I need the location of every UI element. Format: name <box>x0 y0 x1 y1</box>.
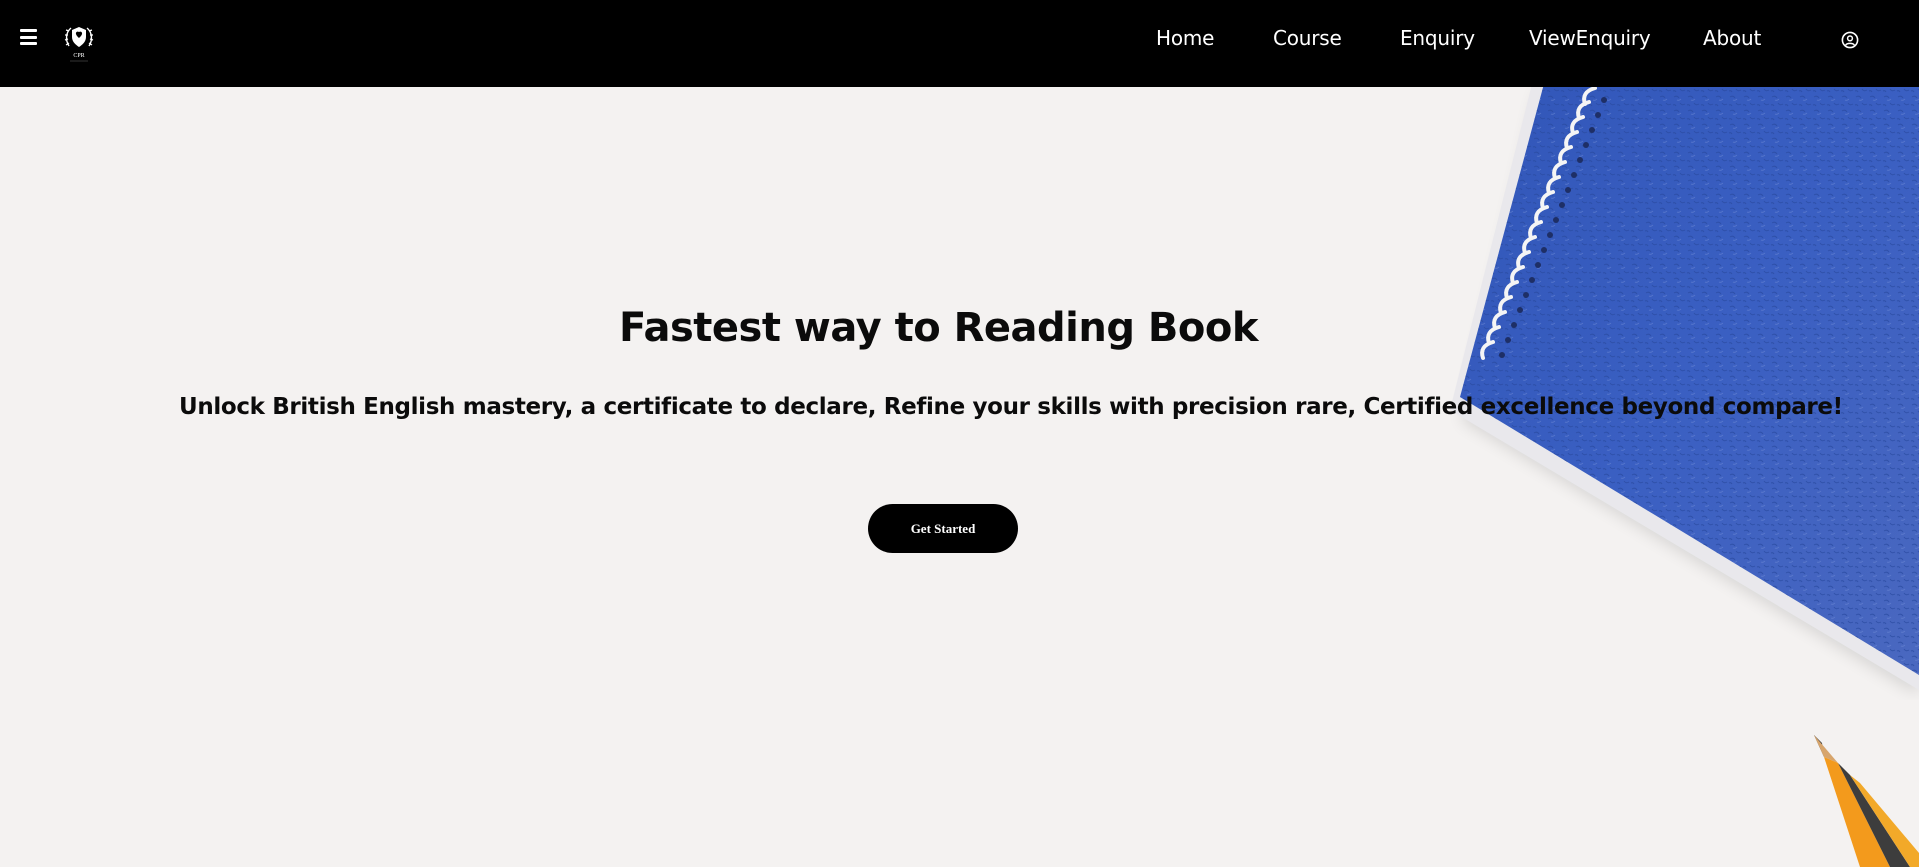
nav-link-about[interactable]: About <box>1703 26 1761 50</box>
nav-link-home[interactable]: Home <box>1156 26 1214 50</box>
hero-subtitle: Unlock British English mastery, a certif… <box>179 394 1843 420</box>
page: CPR Home Course Enquiry ViewEnquiry Abou… <box>0 0 1919 867</box>
hero-title: Fastest way to Reading Book <box>0 302 1919 354</box>
user-circle-icon[interactable] <box>1841 31 1859 49</box>
hero-title-text: Fastest way to Reading Book <box>619 305 1258 351</box>
get-started-button[interactable]: Get Started <box>868 504 1018 553</box>
nav-link-course[interactable]: Course <box>1273 26 1342 50</box>
nav-link-enquiry[interactable]: Enquiry <box>1400 26 1475 50</box>
top-navbar: CPR Home Course Enquiry ViewEnquiry Abou… <box>0 0 1919 87</box>
nav-links: Home Course Enquiry ViewEnquiry About <box>0 0 1919 80</box>
pencil-image <box>1814 735 1919 867</box>
nav-link-view-enquiry[interactable]: ViewEnquiry <box>1529 26 1651 50</box>
